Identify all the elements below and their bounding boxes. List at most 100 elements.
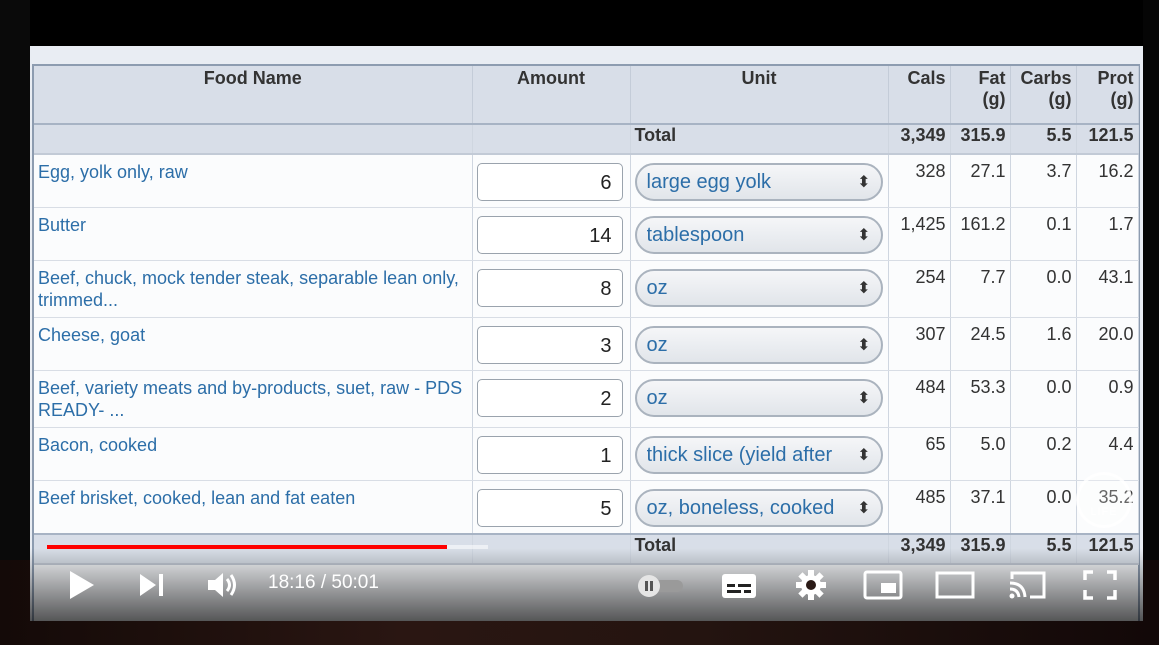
unit-select-value: thick slice (yield after bbox=[646, 443, 833, 466]
prot-cell: 20.0 bbox=[1076, 317, 1139, 371]
cast-icon[interactable] bbox=[1006, 569, 1048, 606]
cals-cell: 307 bbox=[888, 317, 951, 371]
unit-select-value: oz, boneless, cooked bbox=[646, 496, 835, 519]
header-unit: Unit bbox=[630, 66, 889, 124]
chevron-updown-icon: ⬍ bbox=[857, 174, 871, 191]
table-row: Beef, variety meats and by-products, sue… bbox=[34, 370, 1139, 428]
subtitles-icon[interactable] bbox=[721, 572, 757, 605]
chevron-updown-icon: ⬍ bbox=[857, 280, 871, 297]
play-icon[interactable] bbox=[66, 569, 96, 606]
table-row: Butter 14 tablespoon ⬍ 1,425 161.2 0.1 1.7 bbox=[34, 207, 1139, 261]
fat-cell: 53.3 bbox=[950, 370, 1011, 428]
header-cals: Cals bbox=[888, 66, 951, 124]
amount-input[interactable]: 1 bbox=[476, 436, 623, 474]
carbs-cell: 0.0 bbox=[1010, 480, 1077, 535]
unit-select[interactable]: oz, boneless, cooked ⬍ bbox=[634, 489, 883, 527]
food-name-link[interactable]: Butter bbox=[34, 207, 473, 261]
unit-select-value: oz bbox=[646, 386, 668, 409]
channel-watermark: LIFE bbox=[1076, 472, 1132, 528]
fullscreen-icon[interactable] bbox=[1083, 569, 1117, 606]
table-row: Beef brisket, cooked, lean and fat eaten… bbox=[34, 480, 1139, 535]
chevron-updown-icon: ⬍ bbox=[857, 390, 871, 407]
miniplayer-icon[interactable] bbox=[863, 569, 903, 606]
total-row-top: Total 3,349 315.9 5.5 121.5 bbox=[34, 123, 1139, 155]
total-prot: 121.5 bbox=[1076, 123, 1139, 155]
fat-cell: 24.5 bbox=[950, 317, 1011, 371]
prot-cell: 16.2 bbox=[1076, 154, 1139, 208]
food-name-link[interactable]: Beef, chuck, mock tender steak, separabl… bbox=[34, 260, 473, 318]
fat-cell: 161.2 bbox=[950, 207, 1011, 261]
unit-select-value: oz bbox=[646, 276, 668, 299]
chevron-updown-icon: ⬍ bbox=[857, 447, 871, 464]
amount-input[interactable]: 6 bbox=[476, 163, 623, 201]
chevron-updown-icon: ⬍ bbox=[857, 337, 871, 354]
header-carbs: Carbs (g) bbox=[1010, 66, 1077, 124]
carbs-cell: 0.2 bbox=[1010, 427, 1077, 481]
food-name-link[interactable]: Bacon, cooked bbox=[34, 427, 473, 481]
total-fat: 315.9 bbox=[950, 123, 1011, 155]
cals-cell: 485 bbox=[888, 480, 951, 535]
chevron-updown-icon: ⬍ bbox=[857, 500, 871, 517]
food-name-link[interactable]: Egg, yolk only, raw bbox=[34, 154, 473, 208]
unit-select[interactable]: large egg yolk ⬍ bbox=[634, 163, 883, 201]
header-amount: Amount bbox=[472, 66, 631, 124]
theater-icon[interactable] bbox=[935, 570, 975, 605]
unit-select-value: tablespoon bbox=[646, 223, 745, 246]
amount-input[interactable]: 2 bbox=[476, 379, 623, 417]
time-display: 18:16 / 50:01 bbox=[268, 572, 379, 593]
video-frame[interactable]: Food Name Amount Unit Cals Fat (g) Carbs… bbox=[30, 46, 1143, 621]
unit-select-value: large egg yolk bbox=[646, 170, 772, 193]
unit-select[interactable]: tablespoon ⬍ bbox=[634, 216, 883, 254]
table-row: Cheese, goat 3 oz ⬍ 307 24.5 1.6 20.0 bbox=[34, 317, 1139, 371]
total-cals: 3,349 bbox=[888, 123, 951, 155]
left-backdrop bbox=[0, 0, 30, 645]
food-name-link[interactable]: Beef brisket, cooked, lean and fat eaten bbox=[34, 480, 473, 535]
unit-select[interactable]: oz ⬍ bbox=[634, 269, 883, 307]
header-fat: Fat (g) bbox=[950, 66, 1011, 124]
progress-bar[interactable] bbox=[47, 545, 488, 549]
food-name-link[interactable]: Cheese, goat bbox=[34, 317, 473, 371]
nutrition-table-container: Food Name Amount Unit Cals Fat (g) Carbs… bbox=[32, 64, 1140, 621]
food-name-link[interactable]: Beef, variety meats and by-products, sue… bbox=[34, 370, 473, 428]
carbs-cell: 3.7 bbox=[1010, 154, 1077, 208]
amount-input[interactable]: 8 bbox=[476, 269, 623, 307]
header-food-name: Food Name bbox=[34, 66, 473, 124]
header-prot: Prot (g) bbox=[1076, 66, 1139, 124]
controls-overlay bbox=[30, 548, 1143, 621]
unit-select[interactable]: oz ⬍ bbox=[634, 379, 883, 417]
prot-cell: 0.9 bbox=[1076, 370, 1139, 428]
table-header: Food Name Amount Unit Cals Fat (g) Carbs… bbox=[34, 66, 1139, 124]
chevron-updown-icon: ⬍ bbox=[857, 227, 871, 244]
carbs-cell: 0.0 bbox=[1010, 370, 1077, 428]
total-label: Total bbox=[630, 123, 889, 155]
right-backdrop bbox=[1143, 0, 1159, 645]
fat-cell: 27.1 bbox=[950, 154, 1011, 208]
carbs-cell: 0.0 bbox=[1010, 260, 1077, 318]
autoplay-toggle-icon[interactable] bbox=[635, 574, 687, 603]
next-icon[interactable] bbox=[138, 571, 166, 604]
amount-input[interactable]: 5 bbox=[476, 489, 623, 527]
unit-select-value: oz bbox=[646, 333, 668, 356]
unit-select[interactable]: oz ⬍ bbox=[634, 326, 883, 364]
fat-cell: 7.7 bbox=[950, 260, 1011, 318]
total-carbs: 5.5 bbox=[1010, 123, 1077, 155]
cals-cell: 1,425 bbox=[888, 207, 951, 261]
table-row: Egg, yolk only, raw 6 large egg yolk ⬍ 328 27… bbox=[34, 154, 1139, 208]
cals-cell: 484 bbox=[888, 370, 951, 428]
nutrition-table: Food Name Amount Unit Cals Fat (g) Carbs… bbox=[34, 66, 1139, 565]
progress-fill bbox=[47, 545, 448, 549]
cals-cell: 328 bbox=[888, 154, 951, 208]
unit-select[interactable]: thick slice (yield after ⬍ bbox=[634, 436, 883, 474]
carbs-cell: 1.6 bbox=[1010, 317, 1077, 371]
fat-cell: 37.1 bbox=[950, 480, 1011, 535]
amount-input[interactable]: 3 bbox=[476, 326, 623, 364]
settings-icon[interactable] bbox=[794, 568, 828, 607]
volume-icon[interactable] bbox=[205, 570, 241, 605]
cals-cell: 254 bbox=[888, 260, 951, 318]
table-row: Bacon, cooked 1 thick slice (yield after ⬍ 6… bbox=[34, 427, 1139, 481]
prot-cell: 43.1 bbox=[1076, 260, 1139, 318]
cals-cell: 65 bbox=[888, 427, 951, 481]
table-row: Beef, chuck, mock tender steak, separabl… bbox=[34, 260, 1139, 318]
amount-input[interactable]: 14 bbox=[476, 216, 623, 254]
prot-cell: 1.7 bbox=[1076, 207, 1139, 261]
